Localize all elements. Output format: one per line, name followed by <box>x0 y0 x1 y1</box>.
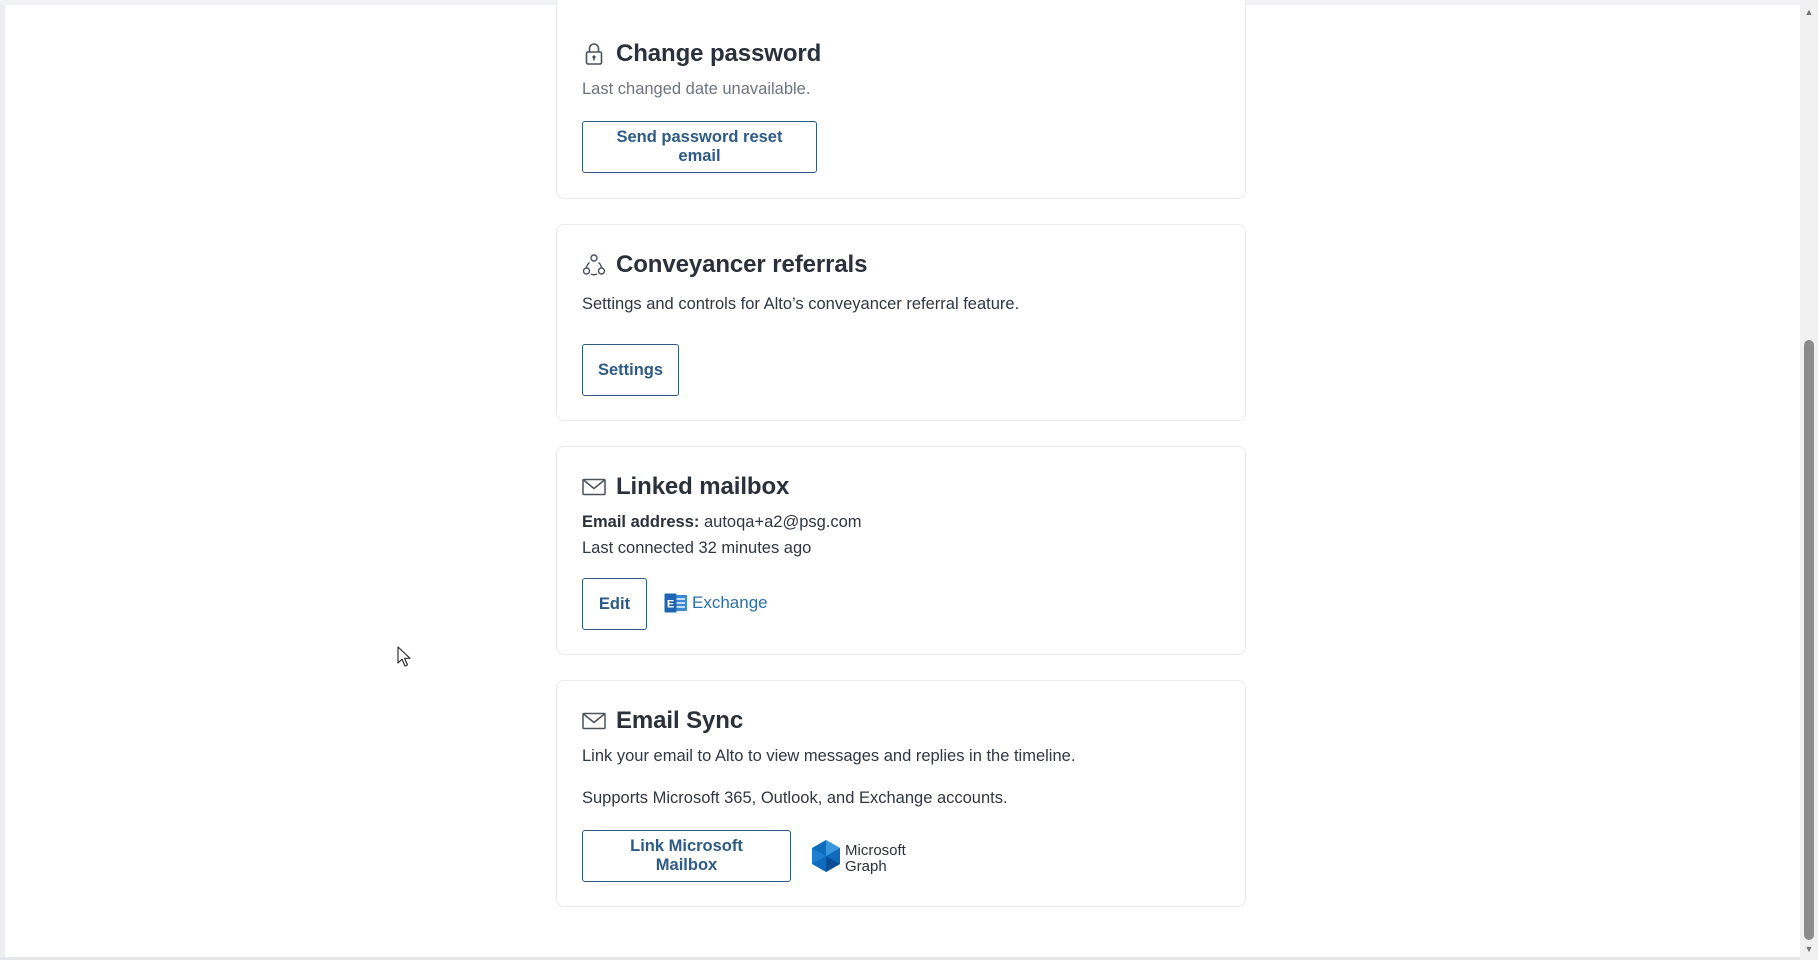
window-left-border <box>0 0 5 960</box>
conveyancer-referrals-description: Settings and controls for Alto’s conveya… <box>582 295 1020 313</box>
microsoft-graph-line2: Graph <box>845 857 887 875</box>
scrollbar-thumb[interactable] <box>1804 340 1814 940</box>
mouse-pointer-icon <box>397 646 411 667</box>
svg-text:E: E <box>667 599 674 611</box>
vertical-scrollbar[interactable]: ▲ ▼ <box>1800 0 1818 960</box>
conveyancer-referrals-card: Conveyancer referrals Settings and contr… <box>556 224 1246 421</box>
envelope-icon <box>582 709 606 733</box>
link-microsoft-mailbox-button[interactable]: Link Microsoft Mailbox <box>582 830 791 882</box>
microsoft-graph-line1: Microsoft <box>845 841 906 859</box>
scroll-down-arrow-icon[interactable]: ▼ <box>1803 943 1815 955</box>
microsoft-graph-label: Microsoft Graph <box>845 841 906 875</box>
scroll-up-arrow-icon[interactable]: ▲ <box>1803 6 1815 18</box>
send-password-reset-button[interactable]: Send password reset email <box>582 121 817 173</box>
settings-page: Change password Last changed date unavai… <box>0 0 1818 960</box>
microsoft-graph-logo-icon <box>809 839 843 878</box>
conveyancer-referrals-heading: Conveyancer referrals <box>582 251 867 279</box>
email-sync-title: Email Sync <box>616 707 744 734</box>
email-address-label: Email address: <box>582 513 700 531</box>
conveyancer-settings-button[interactable]: Settings <box>582 344 679 396</box>
linked-mailbox-title: Linked mailbox <box>616 473 790 500</box>
email-sync-description: Link your email to Alto to view messages… <box>582 747 1076 765</box>
linked-email-line: Email address: autoqa+a2@psg.com <box>582 513 862 532</box>
password-last-changed: Last changed date unavailable. <box>582 80 811 98</box>
change-password-title: Change password <box>616 40 822 67</box>
email-sync-card: Email Sync Link your email to Alto to vi… <box>556 680 1246 907</box>
exchange-logo-icon: E <box>664 593 688 613</box>
linked-mailbox-card: Linked mailbox Email address: autoqa+a2@… <box>556 446 1246 655</box>
linked-mailbox-heading: Linked mailbox <box>582 473 789 501</box>
conveyancer-referrals-title: Conveyancer referrals <box>616 251 868 278</box>
last-connected-text: Last connected 32 minutes ago <box>582 539 812 557</box>
exchange-label: Exchange <box>692 593 768 612</box>
referral-network-icon <box>582 253 606 277</box>
microsoft-graph-logo: Microsoft Graph <box>809 839 906 878</box>
lock-icon <box>582 42 606 66</box>
change-password-heading: Change password <box>582 40 821 68</box>
edit-mailbox-button[interactable]: Edit <box>582 578 647 630</box>
envelope-icon <box>582 475 606 499</box>
exchange-provider-badge: E Exchange <box>664 593 768 613</box>
change-password-card: Change password Last changed date unavai… <box>556 0 1246 199</box>
email-address-value: autoqa+a2@psg.com <box>703 513 862 531</box>
email-sync-heading: Email Sync <box>582 707 743 735</box>
email-sync-supported-accounts: Supports Microsoft 365, Outlook, and Exc… <box>582 789 1008 807</box>
